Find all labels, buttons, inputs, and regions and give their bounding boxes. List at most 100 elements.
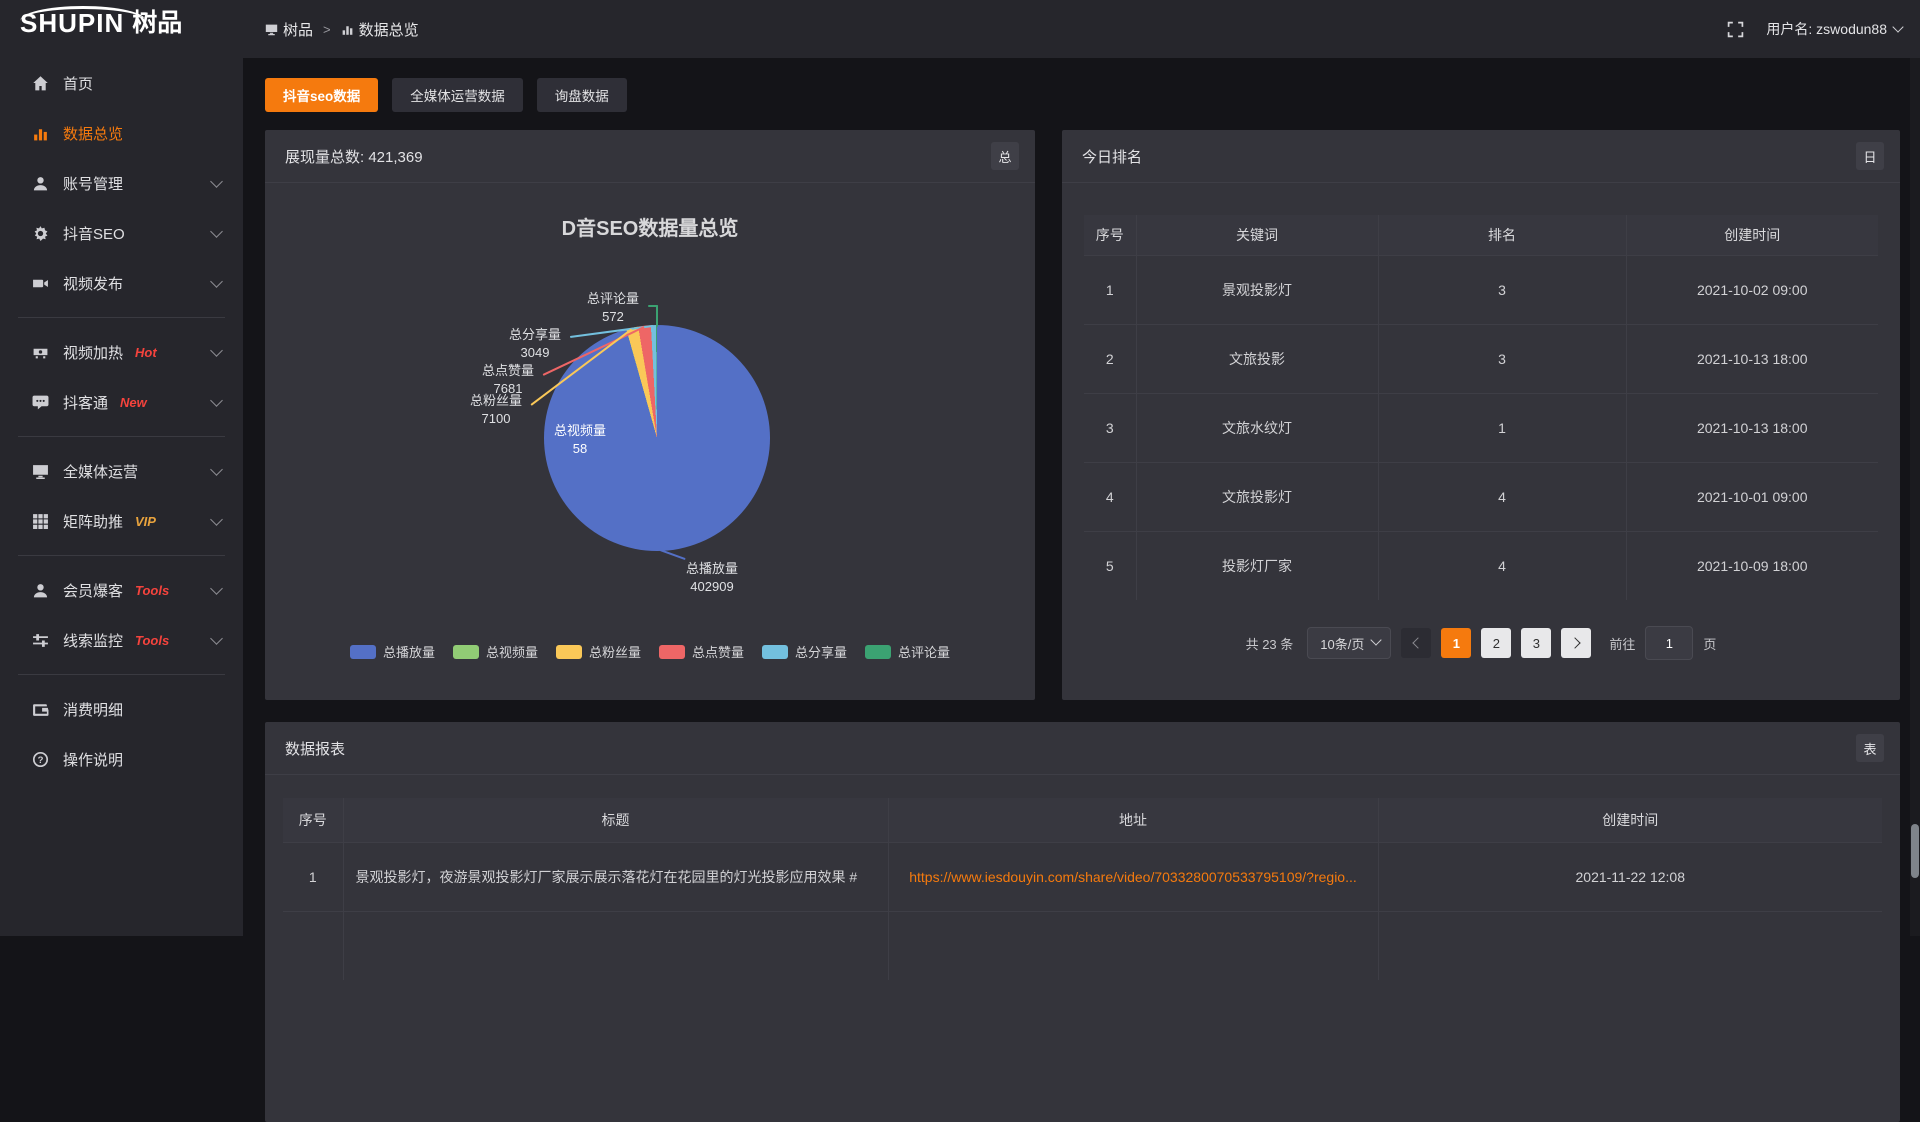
legend-swatch (762, 645, 788, 659)
sidebar-item-video-publish[interactable]: 视频发布 (0, 258, 243, 308)
page-scrollbar[interactable] (1910, 58, 1920, 936)
sidebar-item-help[interactable]: ? 操作说明 (0, 734, 243, 784)
chevron-down-icon (210, 344, 223, 357)
sidebar-item-label: 账号管理 (63, 173, 123, 194)
sidebar-item-account[interactable]: 账号管理 (0, 158, 243, 208)
legend-swatch (453, 645, 479, 659)
total-toggle-button[interactable]: 总 (991, 142, 1019, 170)
ranking-panel-header: 今日排名 日 (1062, 130, 1900, 183)
bar-chart-icon (341, 23, 354, 36)
legend-item-comments[interactable]: 总评论量 (865, 642, 950, 661)
col-url: 地址 (888, 798, 1378, 843)
sidebar-item-label: 抖客通 (63, 392, 108, 413)
sidebar-item-member-tools[interactable]: 会员爆客 Tools (0, 565, 243, 615)
table-row: 1 景观投影灯，夜游景观投影灯厂家展示展示落花灯在花园里的灯光投影应用效果 # … (283, 843, 1882, 912)
sliders-icon (32, 632, 49, 649)
user-icon (32, 175, 49, 192)
sidebar-item-home[interactable]: 首页 (0, 58, 243, 108)
leader-line-comments (656, 305, 658, 327)
sidebar-item-matrix-boost[interactable]: 矩阵助推 VIP (0, 496, 243, 546)
vip-badge: VIP (135, 514, 156, 529)
seo-data-panel: 展现量总数: 421,369 总 D音SEO数据量总览 总评论量572 总分享量… (265, 130, 1035, 700)
chevron-down-icon (1371, 634, 1382, 645)
monitor-icon (32, 463, 49, 480)
sidebar-item-label: 操作说明 (63, 749, 123, 770)
report-panel-header: 数据报表 表 (265, 722, 1900, 775)
bar-chart-icon (32, 125, 49, 142)
col-index: 序号 (283, 798, 343, 843)
video-camera-icon (32, 275, 49, 292)
wallet-icon (32, 701, 49, 718)
sidebar-item-spend-detail[interactable]: 消费明细 (0, 684, 243, 734)
legend-item-fans[interactable]: 总粉丝量 (556, 642, 641, 661)
sidebar-nav: 首页 数据总览 账号管理 抖音SEO 视频发布 视频加热 Hot 抖客通 New… (0, 58, 243, 936)
sidebar-divider (18, 555, 225, 556)
tab-inquiry[interactable]: 询盘数据 (537, 78, 627, 112)
gear-icon (32, 225, 49, 242)
table-row: 1景观投影灯32021-10-02 09:00 (1084, 256, 1878, 325)
chevron-down-icon (210, 275, 223, 288)
sidebar-item-label: 线索监控 (63, 630, 123, 651)
page-button-2[interactable]: 2 (1481, 628, 1511, 658)
data-tabs: 抖音seo数据 全媒体运营数据 询盘数据 (265, 78, 627, 112)
pie-label-fans: 总粉丝量7100 (456, 392, 536, 427)
leader-line-plays (660, 549, 686, 560)
breadcrumb-current-label: 数据总览 (359, 19, 419, 40)
ranking-panel-title: 今日排名 (1082, 146, 1142, 167)
sidebar-item-data-overview[interactable]: 数据总览 (0, 108, 243, 158)
breadcrumb-home-label: 树品 (283, 19, 313, 40)
sidebar-item-video-heat[interactable]: 视频加热 Hot (0, 327, 243, 377)
legend-item-likes[interactable]: 总点赞量 (659, 642, 744, 661)
sidebar-item-lead-monitor[interactable]: 线索监控 Tools (0, 615, 243, 665)
new-badge: New (120, 395, 147, 410)
tab-media-ops[interactable]: 全媒体运营数据 (392, 78, 523, 112)
day-toggle-button[interactable]: 日 (1856, 142, 1884, 170)
report-table-header-row: 序号 标题 地址 创建时间 (283, 798, 1882, 843)
legend-swatch (865, 645, 891, 659)
ranking-table-header-row: 序号 关键词 排名 创建时间 (1084, 215, 1878, 256)
chart-legend: 总播放量 总视频量 总粉丝量 总点赞量 总分享量 总评论量 (265, 642, 1035, 661)
legend-item-videos[interactable]: 总视频量 (453, 642, 538, 661)
grid-icon (32, 513, 49, 530)
breadcrumb-current[interactable]: 数据总览 (341, 19, 419, 40)
chevron-down-icon (210, 463, 223, 476)
person-icon (32, 582, 49, 599)
scrollbar-thumb[interactable] (1911, 824, 1919, 878)
user-menu[interactable]: 用户名: zswodun88 (1766, 19, 1902, 39)
goto-page-input[interactable] (1645, 626, 1693, 660)
page-button-1[interactable]: 1 (1441, 628, 1471, 658)
pagination: 共 23 条 10条/页 1 2 3 前往 页 (1062, 626, 1900, 660)
fullscreen-icon[interactable] (1727, 21, 1744, 38)
goto-label: 前往 (1609, 634, 1635, 653)
report-row-title: 景观投影灯，夜游景观投影灯厂家展示展示落花灯在花园里的灯光投影应用效果 # (343, 843, 888, 912)
video-link[interactable]: https://www.iesdouyin.com/share/video/70… (890, 869, 1377, 885)
legend-item-plays[interactable]: 总播放量 (350, 642, 435, 661)
table-toggle-button[interactable]: 表 (1856, 734, 1884, 762)
legend-item-shares[interactable]: 总分享量 (762, 642, 847, 661)
breadcrumb-home[interactable]: 树品 (265, 19, 313, 40)
sidebar-item-douketong[interactable]: 抖客通 New (0, 377, 243, 427)
next-page-button[interactable] (1561, 628, 1591, 658)
page-button-3[interactable]: 3 (1521, 628, 1551, 658)
page-size-select[interactable]: 10条/页 (1307, 627, 1391, 659)
impressions-total: 展现量总数: 421,369 (285, 146, 423, 167)
ranking-table: 序号 关键词 排名 创建时间 1景观投影灯32021-10-02 09:00 2… (1084, 215, 1878, 600)
report-panel-title: 数据报表 (285, 738, 345, 759)
question-icon: ? (32, 751, 49, 768)
table-row: 2文旅投影32021-10-13 18:00 (1084, 325, 1878, 394)
sidebar-item-label: 视频发布 (63, 273, 123, 294)
home-icon (32, 75, 49, 92)
prev-page-button[interactable] (1401, 628, 1431, 658)
monitor-icon (265, 23, 278, 36)
tab-douyin-seo[interactable]: 抖音seo数据 (265, 78, 378, 112)
data-report-panel: 数据报表 表 序号 标题 地址 创建时间 1 景观投影灯，夜游景观投影灯厂家展示… (265, 722, 1900, 1122)
pie-label-plays: 总播放量402909 (672, 560, 752, 595)
table-row (283, 912, 1882, 981)
pagination-total: 共 23 条 (1246, 634, 1294, 653)
sidebar-item-media-ops[interactable]: 全媒体运营 (0, 446, 243, 496)
app-logo: SHUPIN 树品 (20, 10, 182, 36)
tools-badge: Tools (135, 633, 169, 648)
sidebar-divider (18, 674, 225, 675)
report-table: 序号 标题 地址 创建时间 1 景观投影灯，夜游景观投影灯厂家展示展示落花灯在花… (283, 798, 1882, 980)
sidebar-item-douyin-seo[interactable]: 抖音SEO (0, 208, 243, 258)
